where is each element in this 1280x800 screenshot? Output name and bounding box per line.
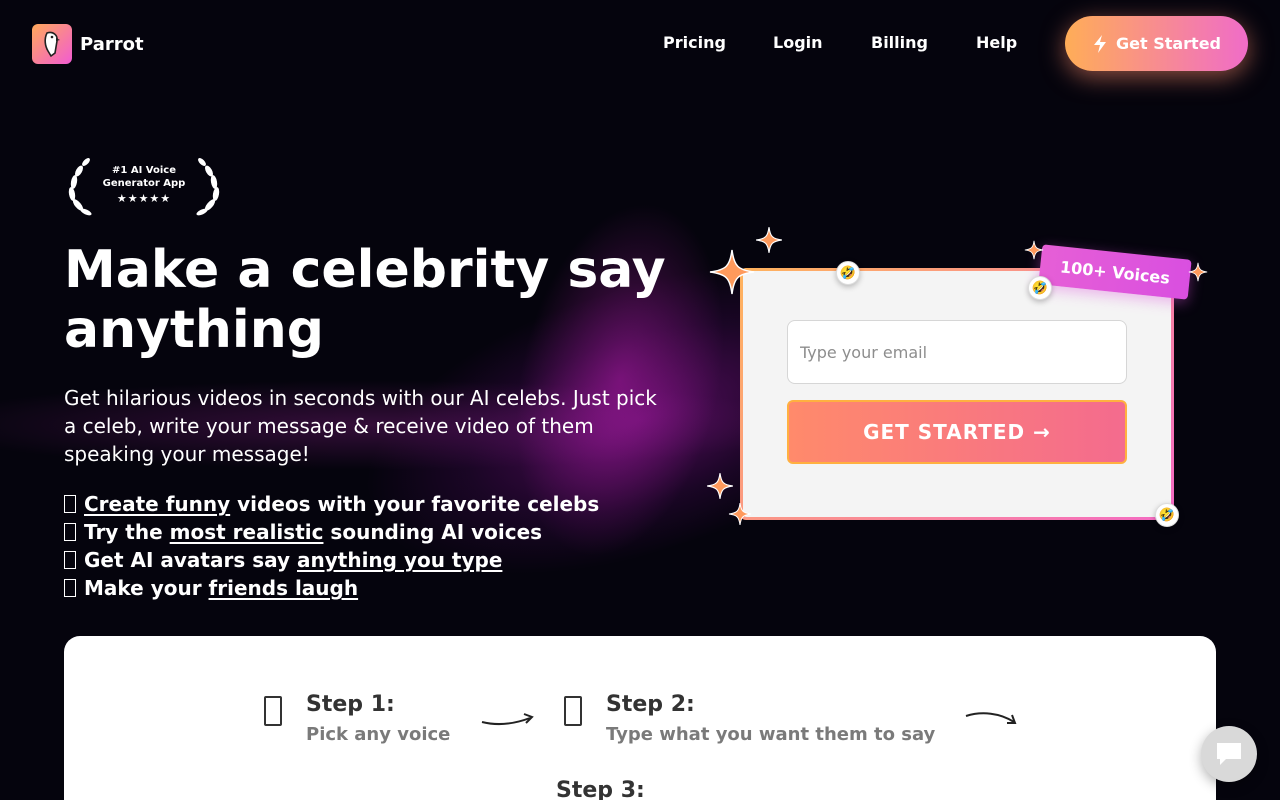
- step-3: Step 3:: [514, 778, 714, 800]
- nav-help[interactable]: Help: [976, 33, 1017, 52]
- sparkle-icon: [756, 227, 782, 253]
- feature-link[interactable]: most realistic: [170, 520, 324, 544]
- step-title: Step 3:: [556, 778, 645, 800]
- sparkle-icon: [709, 249, 755, 295]
- sparkle-icon: [1024, 240, 1044, 260]
- sparkle-icon: [1188, 262, 1208, 282]
- brand-name: Parrot: [80, 33, 144, 55]
- laughing-emoji-icon: 🤣: [836, 261, 860, 285]
- get-started-submit-button[interactable]: GET STARTED →: [787, 400, 1127, 464]
- get-started-button[interactable]: Get Started: [1065, 16, 1248, 71]
- step-2: Step 2: Type what you want them to say: [564, 692, 964, 752]
- award-badge: #1 AI Voice Generator App ★★★★★: [62, 154, 226, 218]
- feature-item: Make your friends laugh: [64, 574, 599, 602]
- feature-icon: [64, 551, 76, 569]
- laughing-emoji-icon: 🤣: [1155, 503, 1179, 527]
- nav-login[interactable]: Login: [773, 33, 823, 52]
- lightning-icon: [1092, 34, 1108, 54]
- nav-billing[interactable]: Billing: [871, 33, 928, 52]
- step-description: Pick any voice: [306, 724, 451, 745]
- step-description: Type what you want them to say: [606, 724, 936, 745]
- hero-title: Make a celebrity say anything: [64, 240, 666, 360]
- feature-icon: [64, 495, 76, 513]
- arrow-icon: [481, 713, 534, 726]
- feature-item: Try the most realistic sounding AI voice…: [64, 518, 599, 546]
- step-title: Step 2:: [606, 692, 695, 717]
- get-started-label: Get Started: [1115, 34, 1221, 53]
- feature-list: Create funny videos with your favorite c…: [64, 490, 599, 602]
- chat-bubble-icon: [1217, 743, 1241, 765]
- sparkle-icon: [728, 502, 752, 526]
- feature-link[interactable]: anything you type: [297, 548, 502, 572]
- laughing-emoji-icon: 🤣: [1028, 276, 1052, 300]
- feature-icon: [64, 579, 76, 597]
- rating-stars: ★★★★★: [116, 192, 172, 205]
- award-line-2: Generator App: [102, 178, 186, 189]
- arrow-icon: [965, 712, 1017, 724]
- signup-card: GET STARTED →: [740, 268, 1174, 520]
- parrot-logo-icon: [32, 24, 72, 64]
- award-line-1: #1 AI Voice: [112, 165, 176, 176]
- brand-logo[interactable]: Parrot: [32, 24, 144, 64]
- hero-subtitle: Get hilarious videos in seconds with our…: [64, 386, 657, 466]
- chat-button[interactable]: [1201, 726, 1257, 782]
- feature-item: Create funny videos with your favorite c…: [64, 490, 599, 518]
- nav-pricing[interactable]: Pricing: [663, 33, 726, 52]
- email-input[interactable]: [787, 320, 1127, 384]
- feature-link[interactable]: Create funny: [84, 492, 230, 516]
- site-header: Parrot Pricing Login Billing Help Get St…: [0, 0, 1280, 88]
- step-icon: [264, 696, 282, 726]
- feature-item: Get AI avatars say anything you type: [64, 546, 599, 574]
- step-title: Step 1:: [306, 692, 395, 717]
- steps-panel: Step 1: Pick any voice Step 2: Type what…: [64, 636, 1216, 800]
- feature-link[interactable]: friends laugh: [209, 576, 359, 600]
- feature-icon: [64, 523, 76, 541]
- step-icon: [564, 696, 582, 726]
- sparkle-icon: [707, 473, 733, 499]
